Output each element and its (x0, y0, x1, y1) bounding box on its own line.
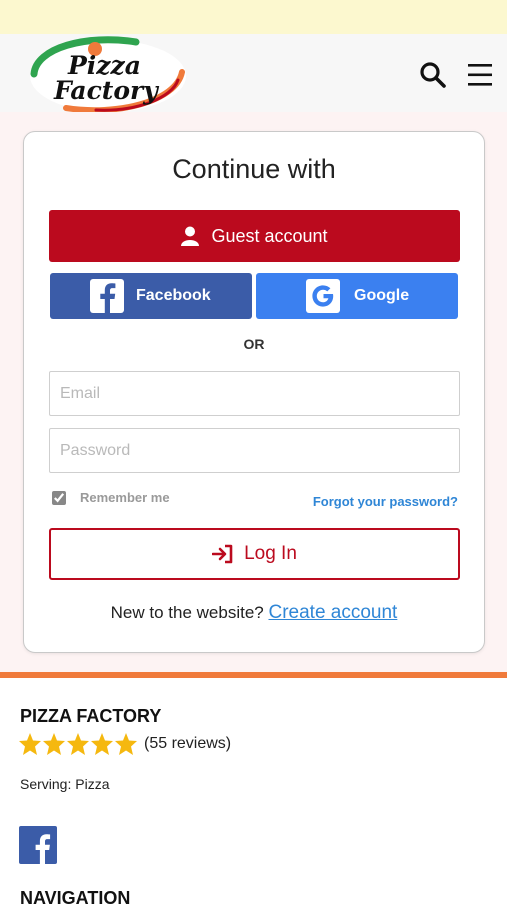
sign-in-icon (212, 544, 233, 564)
guest-account-label: Guest account (211, 225, 328, 246)
star-rating (18, 732, 138, 756)
logo-graphic: Pizza Factory (30, 36, 186, 114)
pizza-factory-logo[interactable]: Pizza Factory (26, 36, 190, 114)
password-field[interactable] (49, 428, 460, 473)
facebook-page-link[interactable] (19, 826, 57, 864)
signup-prompt-text: New to the website? (110, 603, 264, 622)
login-card: Continue with Guest account Facebook Goo… (23, 131, 485, 653)
signup-prompt: New to the website? Create account (24, 602, 484, 624)
facebook-icon (90, 279, 124, 313)
remember-me-checkbox[interactable] (52, 490, 66, 505)
star-icon (19, 733, 41, 755)
rating-row: (55 reviews) (18, 732, 231, 756)
facebook-label: Facebook (136, 287, 211, 304)
or-separator: OR (243, 336, 265, 352)
remember-me-row[interactable]: Remember me (52, 490, 170, 505)
forgot-password-link[interactable]: Forgot your password? (313, 494, 458, 509)
section-divider (0, 672, 507, 678)
search-button[interactable] (418, 60, 448, 90)
star-icon (91, 733, 113, 755)
search-icon (420, 62, 446, 88)
guest-account-button[interactable]: Guest account (49, 210, 460, 262)
google-login-button[interactable]: Google (256, 273, 458, 319)
top-banner (0, 0, 507, 34)
serving-info: Serving: Pizza (20, 776, 110, 792)
hamburger-menu-icon (468, 64, 492, 86)
log-in-button[interactable]: Log In (49, 528, 460, 580)
business-name: PIZZA FACTORY (20, 706, 162, 726)
review-count[interactable]: (55 reviews) (144, 735, 231, 753)
facebook-icon (35, 834, 51, 864)
create-account-link[interactable]: Create account (268, 602, 397, 623)
site-header: Pizza Factory (0, 34, 507, 114)
menu-button[interactable] (466, 61, 494, 89)
facebook-login-button[interactable]: Facebook (50, 273, 252, 319)
log-in-label: Log In (244, 543, 297, 564)
navigation-heading: NAVIGATION (20, 888, 131, 908)
email-field[interactable] (49, 371, 460, 416)
remember-me-label: Remember me (80, 490, 170, 505)
logo-text-line2: Factory (53, 76, 159, 105)
google-label: Google (354, 287, 410, 304)
star-icon (115, 733, 137, 755)
google-icon (306, 279, 340, 313)
star-icon (43, 733, 65, 755)
star-icon (67, 733, 89, 755)
user-icon (181, 226, 200, 246)
login-title: Continue with (172, 154, 336, 184)
